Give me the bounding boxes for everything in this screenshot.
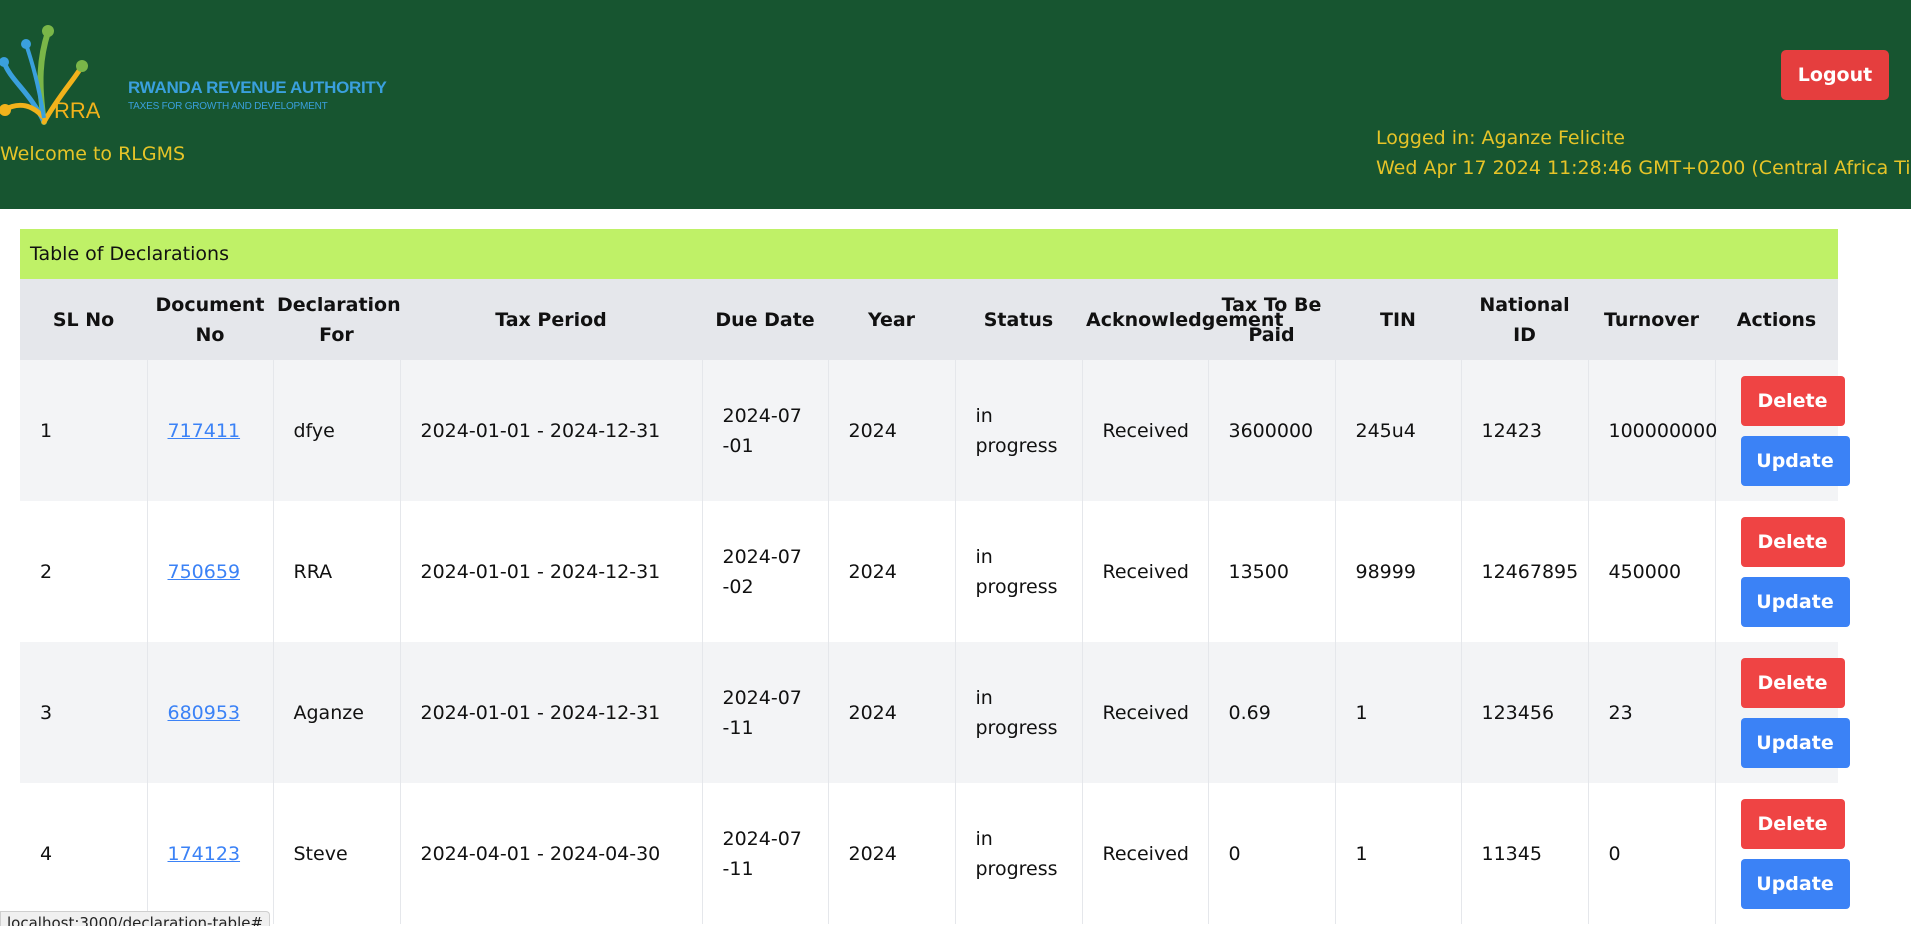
table-row: 4 174123 Steve 2024-04-01 - 2024-04-30 2… [20, 783, 1850, 924]
cell-tax-to-be-paid: 0.69 [1208, 642, 1336, 783]
logged-in-user: Logged in: Aganze Felicite [1376, 127, 1625, 149]
cell-sl-no: 2 [20, 501, 148, 642]
document-link[interactable]: 750659 [168, 561, 241, 583]
col-header-declaration-for: Declaration For [273, 279, 401, 360]
cell-document-no: 174123 [147, 783, 274, 924]
cell-year: 2024 [828, 642, 956, 783]
declarations-panel: Table of Declarations SL No Document No … [20, 229, 1850, 924]
cell-acknowledgement: Received [1082, 360, 1209, 501]
cell-national-id: 123456 [1461, 642, 1589, 783]
update-button[interactable]: Update [1740, 576, 1850, 627]
cell-year: 2024 [828, 501, 956, 642]
delete-button[interactable]: Delete [1740, 516, 1845, 567]
cell-due-date: 2024-07-11 [702, 642, 829, 783]
col-header-sl-no: SL No [20, 279, 147, 360]
delete-button[interactable]: Delete [1740, 657, 1845, 708]
col-header-turnover: Turnover [1588, 279, 1715, 360]
cell-actions: Delete Update [1715, 360, 1850, 501]
cell-status: in progress [955, 642, 1083, 783]
col-header-national-id: National ID [1461, 279, 1588, 360]
cell-status: in progress [955, 360, 1083, 501]
app-header: RRA RWANDA REVENUE AUTHORITY TAXES FOR G… [0, 0, 1911, 209]
cell-acknowledgement: Received [1082, 783, 1209, 924]
document-link[interactable]: 174123 [168, 843, 241, 865]
cell-sl-no: 3 [20, 642, 148, 783]
cell-due-date: 2024-07-01 [702, 360, 829, 501]
cell-national-id: 12467895 [1461, 501, 1589, 642]
cell-tax-to-be-paid: 3600000 [1208, 360, 1336, 501]
col-header-due-date: Due Date [702, 279, 828, 360]
cell-turnover: 23 [1588, 642, 1716, 783]
cell-tax-period: 2024-04-01 - 2024-04-30 [400, 783, 703, 924]
cell-document-no: 717411 [147, 360, 274, 501]
cell-declaration-for: Steve [273, 783, 401, 924]
delete-button[interactable]: Delete [1740, 375, 1845, 426]
cell-tin: 98999 [1335, 501, 1462, 642]
svg-text:RRA: RRA [54, 98, 100, 123]
table-row: 1 717411 dfye 2024-01-01 - 2024-12-31 20… [20, 360, 1850, 501]
cell-declaration-for: RRA [273, 501, 401, 642]
update-button[interactable]: Update [1740, 435, 1850, 486]
cell-national-id: 11345 [1461, 783, 1589, 924]
cell-national-id: 12423 [1461, 360, 1589, 501]
declarations-table: SL No Document No Declaration For Tax Pe… [20, 279, 1850, 924]
col-header-actions: Actions [1715, 279, 1838, 360]
cell-acknowledgement: Received [1082, 501, 1209, 642]
cell-tax-to-be-paid: 13500 [1208, 501, 1336, 642]
logout-button[interactable]: Logout [1781, 50, 1889, 100]
table-row: 3 680953 Aganze 2024-01-01 - 2024-12-31 … [20, 642, 1850, 783]
cell-year: 2024 [828, 360, 956, 501]
document-link[interactable]: 717411 [168, 420, 241, 442]
cell-actions: Delete Update [1715, 783, 1850, 924]
table-title: Table of Declarations [20, 229, 1838, 279]
cell-actions: Delete Update [1715, 642, 1850, 783]
cell-tax-period: 2024-01-01 - 2024-12-31 [400, 501, 703, 642]
table-header-row: SL No Document No Declaration For Tax Pe… [20, 279, 1838, 360]
cell-status: in progress [955, 501, 1083, 642]
cell-document-no: 680953 [147, 642, 274, 783]
current-datetime: Wed Apr 17 2024 11:28:46 GMT+0200 (Centr… [1376, 157, 1911, 179]
cell-tin: 1 [1335, 783, 1462, 924]
cell-tax-to-be-paid: 0 [1208, 783, 1336, 924]
col-header-status: Status [955, 279, 1082, 360]
delete-button[interactable]: Delete [1740, 798, 1845, 849]
cell-declaration-for: dfye [273, 360, 401, 501]
cell-sl-no: 1 [20, 360, 148, 501]
cell-actions: Delete Update [1715, 501, 1850, 642]
cell-turnover: 450000 [1588, 501, 1716, 642]
document-link[interactable]: 680953 [168, 702, 241, 724]
cell-due-date: 2024-07-02 [702, 501, 829, 642]
welcome-text: Welcome to RLGMS [0, 143, 186, 165]
cell-due-date: 2024-07-11 [702, 783, 829, 924]
cell-tax-period: 2024-01-01 - 2024-12-31 [400, 360, 703, 501]
cell-turnover: 100000000 [1588, 360, 1717, 501]
col-header-acknowledgement: Acknowledgement [1082, 279, 1284, 360]
cell-year: 2024 [828, 783, 956, 924]
rra-logo: RRA [0, 25, 100, 125]
cell-turnover: 0 [1588, 783, 1716, 924]
col-header-year: Year [828, 279, 955, 360]
table-row: 2 750659 RRA 2024-01-01 - 2024-12-31 202… [20, 501, 1850, 642]
col-header-tax-period: Tax Period [400, 279, 702, 360]
org-tagline: TAXES FOR GROWTH AND DEVELOPMENT [128, 101, 328, 112]
cell-tin: 1 [1335, 642, 1462, 783]
browser-status-bar: localhost:3000/declaration-table# [0, 911, 271, 926]
cell-status: in progress [955, 783, 1083, 924]
cell-tin: 245u4 [1335, 360, 1462, 501]
cell-sl-no: 4 [20, 783, 148, 924]
cell-declaration-for: Aganze [273, 642, 401, 783]
cell-acknowledgement: Received [1082, 642, 1209, 783]
org-name: RWANDA REVENUE AUTHORITY [128, 78, 387, 97]
update-button[interactable]: Update [1740, 717, 1850, 768]
update-button[interactable]: Update [1740, 858, 1850, 909]
cell-document-no: 750659 [147, 501, 274, 642]
col-header-tin: TIN [1335, 279, 1461, 360]
col-header-document-no: Document No [147, 279, 273, 360]
cell-tax-period: 2024-01-01 - 2024-12-31 [400, 642, 703, 783]
